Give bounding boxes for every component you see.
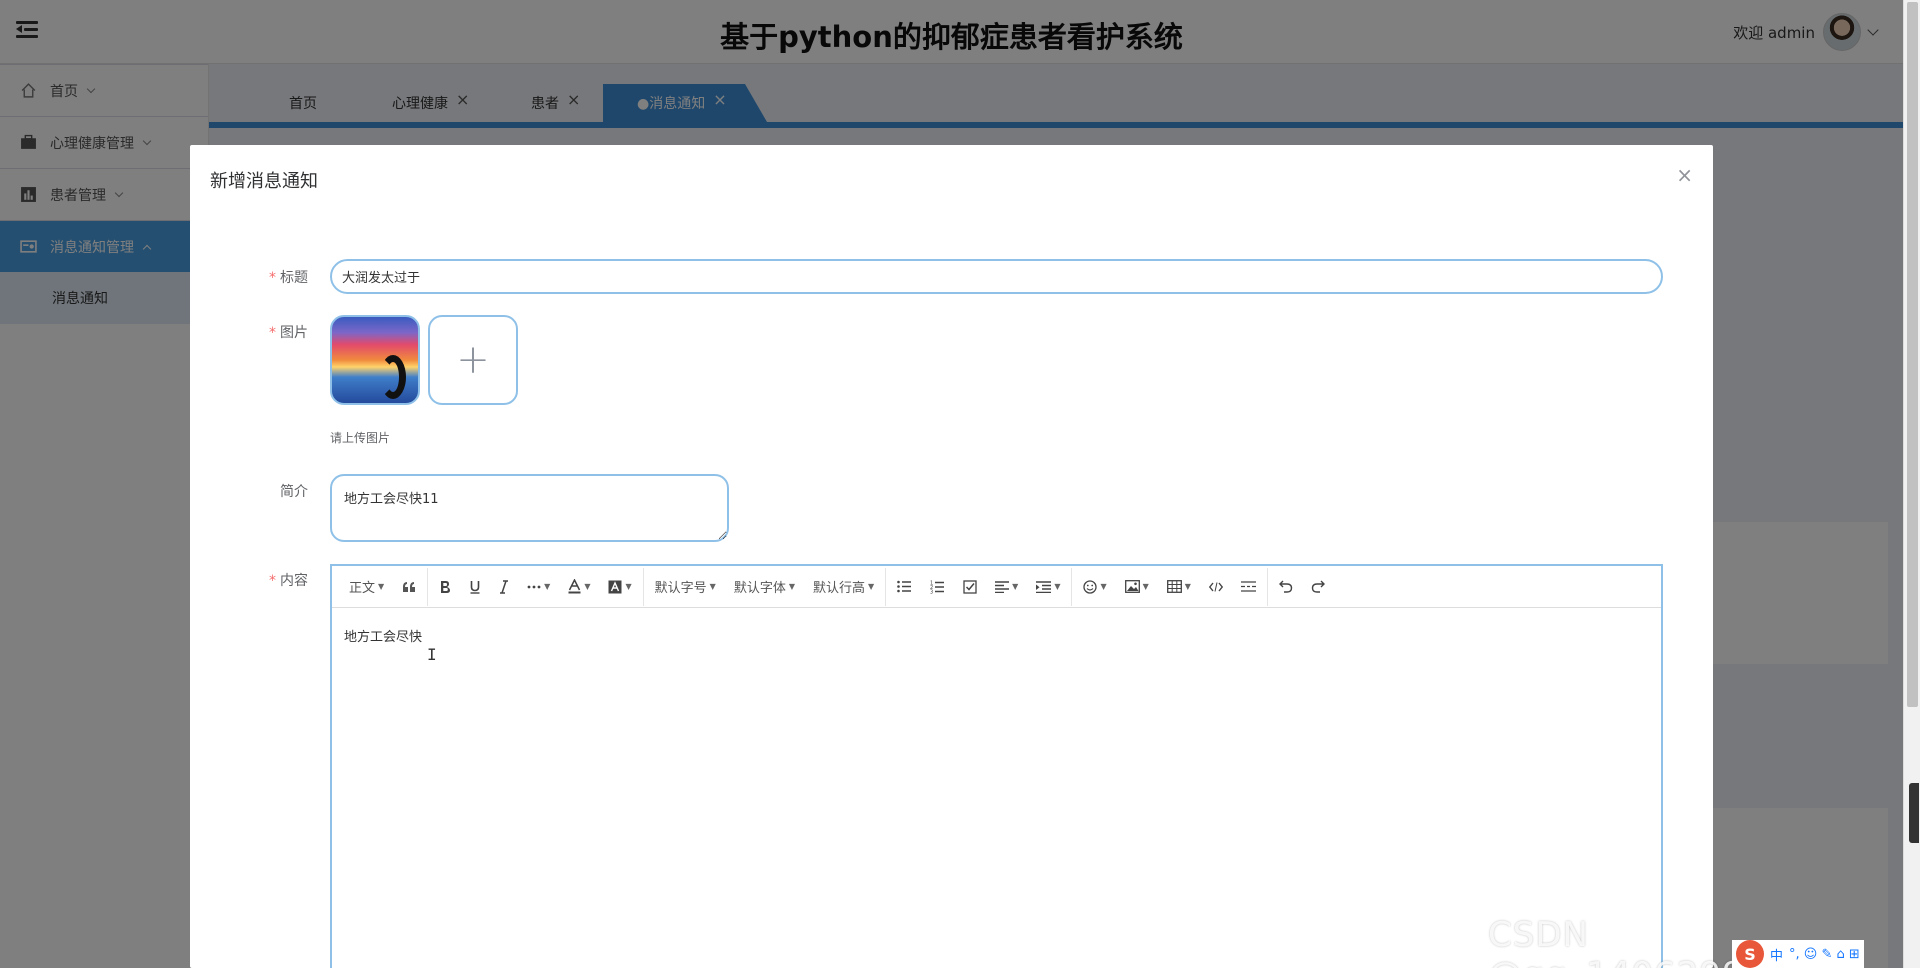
sogou-logo-icon: S xyxy=(1736,940,1764,968)
italic-icon[interactable] xyxy=(490,573,518,601)
paragraph-style-dropdown[interactable]: 正文 ▼ xyxy=(340,573,393,601)
paragraph-style-label: 正文 xyxy=(349,581,376,596)
label-text: 图片 xyxy=(280,325,308,341)
font-color-dropdown[interactable]: ▼ xyxy=(559,573,599,601)
redo-icon[interactable] xyxy=(1302,573,1334,601)
emoji-dropdown[interactable]: ▼ xyxy=(1074,573,1115,601)
ime-language[interactable]: 中 xyxy=(1770,945,1783,964)
uploaded-image-thumbnail[interactable] xyxy=(330,315,420,405)
editor-toolbar: 正文 ▼ ▼ ▼ ▼ 默认字号 ▼ 默认字体 ▼ 默认行高 ▼ 123 ▼ ▼ ▼ ▼ … xyxy=(332,566,1661,608)
font-size-dropdown[interactable]: 默认字号 ▼ xyxy=(646,573,725,601)
toolbar-divider xyxy=(642,567,644,606)
bulleted-list-icon[interactable] xyxy=(888,573,921,601)
content-label: * 内容 xyxy=(248,570,308,590)
align-dropdown[interactable]: ▼ xyxy=(986,573,1027,601)
editor-content[interactable]: 地方工会尽快 xyxy=(332,608,1661,663)
line-height-label: 默认行高 xyxy=(812,581,865,596)
required-mark: * xyxy=(269,270,276,286)
label-text: 内容 xyxy=(280,573,308,589)
image-insert-dropdown[interactable]: ▼ xyxy=(1116,573,1158,601)
background-color-dropdown[interactable]: ▼ xyxy=(599,573,640,601)
toolbar-divider xyxy=(1266,567,1268,606)
close-icon[interactable]: × xyxy=(1676,165,1693,185)
table-insert-dropdown[interactable]: ▼ xyxy=(1158,573,1200,601)
rich-text-editor[interactable]: 正文 ▼ ▼ ▼ ▼ 默认字号 ▼ 默认字体 ▼ 默认行高 ▼ 123 ▼ ▼ ▼ ▼ … xyxy=(330,564,1663,968)
upload-tip: 请上传图片 xyxy=(330,431,391,445)
required-mark: * xyxy=(269,325,276,341)
intro-textarea[interactable]: 地方工会尽快11 xyxy=(330,474,729,542)
bold-icon[interactable] xyxy=(430,573,460,601)
toolbar-divider xyxy=(1071,567,1073,606)
image-upload-button[interactable]: + xyxy=(428,315,518,405)
line-height-dropdown[interactable]: 默认行高 ▼ xyxy=(804,573,883,601)
indent-dropdown[interactable]: ▼ xyxy=(1027,573,1069,601)
numbered-list-icon[interactable]: 123 xyxy=(921,573,954,601)
undo-icon[interactable] xyxy=(1270,573,1302,601)
horizontal-rule-icon[interactable] xyxy=(1232,573,1265,601)
quote-icon[interactable] xyxy=(393,573,425,601)
required-mark: * xyxy=(269,573,276,589)
todo-checkbox-icon[interactable] xyxy=(954,573,986,601)
add-notification-dialog: 新增消息通知 × *标题 *图片 + 请上传图片 简介 地方工会尽快11 *内容… xyxy=(190,145,1713,968)
underline-icon[interactable] xyxy=(460,573,490,601)
font-family-dropdown[interactable]: 默认字体 ▼ xyxy=(725,573,804,601)
scrollbar-thumb[interactable] xyxy=(1907,2,1918,707)
side-handle[interactable] xyxy=(1909,783,1919,843)
dolphin-image xyxy=(380,355,406,399)
label-text: 标题 xyxy=(280,270,308,286)
title-input[interactable] xyxy=(330,259,1663,294)
title-label: * 标题 xyxy=(248,267,308,287)
svg-text:3: 3 xyxy=(930,589,933,594)
toolbar-divider xyxy=(885,567,887,606)
code-icon[interactable] xyxy=(1200,573,1232,601)
intro-label: 简介 xyxy=(280,484,308,500)
font-size-label: 默认字号 xyxy=(654,581,707,596)
plus-icon: + xyxy=(456,337,490,383)
ime-toolbar[interactable]: S 中 °, ☺ ✎ ⌂ ⊞ xyxy=(1732,940,1864,968)
text-cursor-icon: I xyxy=(427,645,437,664)
toolbar-divider xyxy=(427,567,429,606)
dialog-title: 新增消息通知 xyxy=(210,171,318,192)
image-label: * 图片 xyxy=(248,322,308,342)
ime-tools[interactable]: °, ☺ ✎ ⌂ ⊞ xyxy=(1789,947,1860,962)
more-format-dropdown[interactable]: ▼ xyxy=(518,573,559,601)
font-family-label: 默认字体 xyxy=(733,581,786,596)
